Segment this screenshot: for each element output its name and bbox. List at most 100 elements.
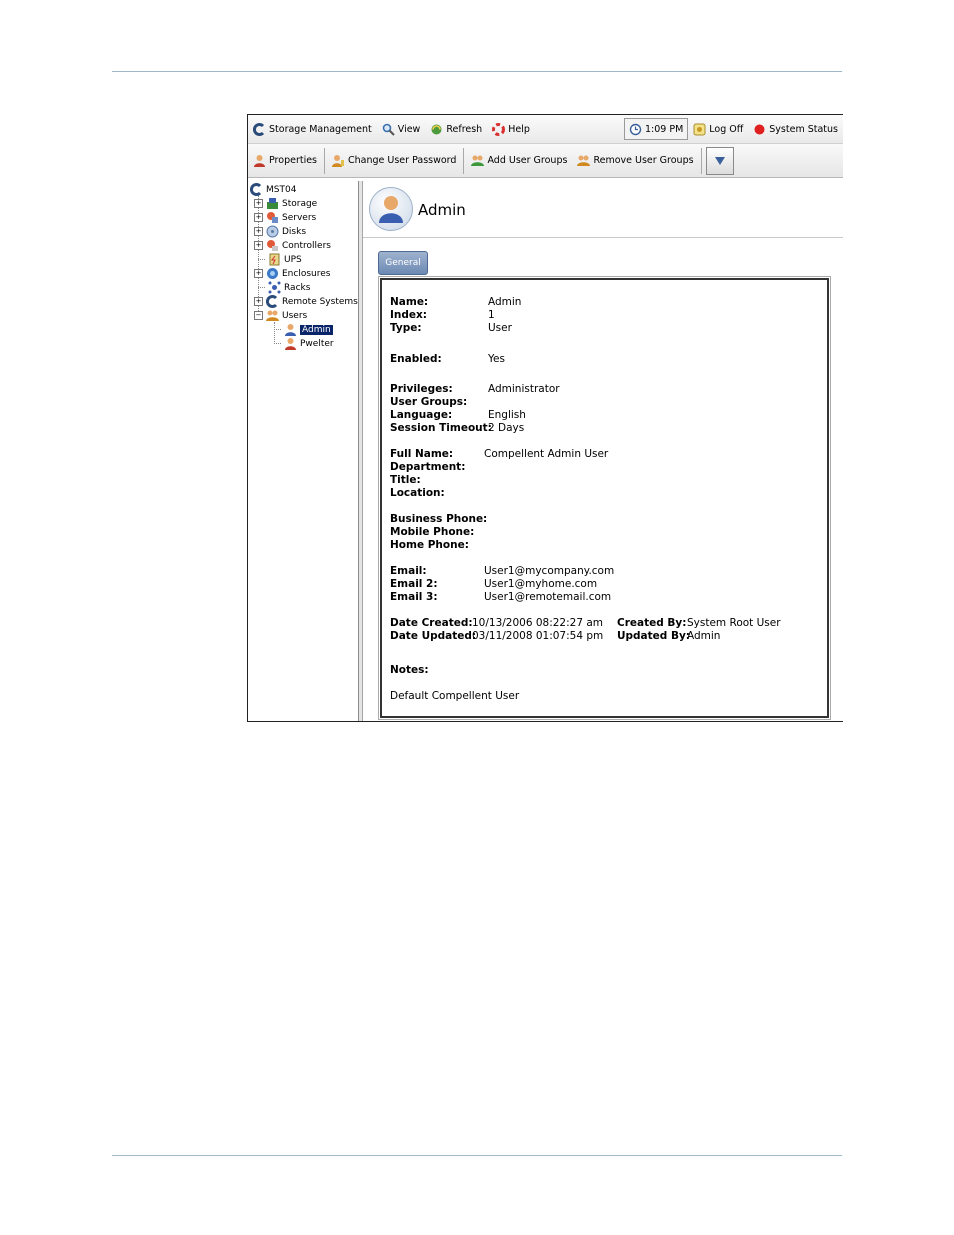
system-status-label: System Status [769, 123, 838, 135]
expand-icon[interactable]: + [254, 227, 263, 236]
user-key-icon [332, 155, 345, 167]
system-status-button[interactable]: System Status [748, 117, 843, 141]
expand-icon[interactable]: + [254, 241, 263, 250]
type-value: User [488, 322, 512, 334]
business-phone-label: Business Phone: [390, 513, 488, 525]
tree-item-enclosures[interactable]: + Enclosures [254, 267, 330, 280]
tree-item-users[interactable]: − Users [254, 309, 307, 322]
users-icon [266, 310, 279, 321]
tree-item-remote-systems[interactable]: + Remote Systems [254, 295, 358, 308]
tree-item-label: Pwelter [300, 338, 334, 349]
tree-item-racks[interactable]: Racks [268, 281, 310, 294]
date-updated-value: 03/11/2008 01:07:54 pm [472, 630, 604, 642]
change-user-password-button[interactable]: Change User Password [327, 149, 461, 173]
tree-guide-line [258, 287, 265, 288]
log-off-icon [693, 123, 706, 135]
user-properties-icon [254, 155, 265, 167]
storage-icon [267, 198, 278, 209]
user-header: Admin [363, 181, 843, 238]
email-value: User1@mycompany.com [484, 565, 615, 577]
user-admin-icon [285, 324, 296, 336]
remove-user-groups-button[interactable]: Remove User Groups [572, 149, 698, 173]
add-user-groups-label: Add User Groups [487, 155, 568, 166]
page-title: Admin [418, 201, 466, 219]
log-off-button[interactable]: Log Off [688, 117, 748, 141]
title-label: Title: [390, 474, 421, 486]
toolbar-separator [324, 147, 326, 174]
email2-label: Email 2: [390, 578, 438, 590]
expand-icon[interactable]: + [254, 213, 263, 222]
more-actions-button[interactable] [705, 146, 734, 175]
help-menu[interactable]: Help [487, 117, 535, 141]
collapse-icon[interactable]: − [254, 311, 263, 320]
notes-value: Default Compellent User [390, 690, 520, 702]
view-menu[interactable]: View [377, 117, 426, 141]
storage-management-label: Storage Management [269, 123, 372, 135]
tree-guide-line [274, 343, 281, 344]
lifebuoy-icon [492, 122, 506, 136]
tree-item-label: Racks [284, 282, 311, 293]
toolbar-separator [700, 147, 702, 174]
clock-time: 1:09 PM [644, 123, 684, 135]
email3-value: User1@remotemail.com [484, 591, 612, 603]
racks-icon [268, 281, 281, 294]
updated-by-label: Updated By: [617, 630, 691, 642]
name-value: Admin [488, 296, 522, 308]
general-details-panel: Name: Admin Index: 1 Type: User Enabled:… [378, 276, 831, 720]
tree-item-ups[interactable]: UPS [268, 253, 302, 266]
tree-item-user-pwelter[interactable]: Pwelter [284, 337, 334, 350]
compellent-logo-icon [253, 122, 265, 136]
tree-item-label: Users [282, 310, 308, 321]
tab-general[interactable]: General [378, 251, 428, 275]
email-label: Email: [390, 565, 427, 577]
tree-item-storage[interactable]: + Storage [254, 197, 317, 210]
controllers-icon [267, 240, 278, 251]
add-user-groups-button[interactable]: Add User Groups [466, 149, 572, 173]
properties-label: Properties [269, 155, 318, 166]
notes-label: Notes: [390, 664, 429, 676]
session-timeout-label: Session Timeout: [390, 422, 492, 434]
chevron-down-icon [714, 156, 725, 165]
refresh-button[interactable]: Refresh [425, 117, 487, 141]
enclosures-icon [267, 268, 278, 279]
user-details-pane: Admin General Name: Admin Index: 1 Type:… [363, 181, 843, 721]
properties-button[interactable]: Properties [248, 149, 322, 173]
page-top-rule [112, 71, 842, 72]
date-created-value: 10/13/2006 08:22:27 am [472, 617, 604, 629]
storage-management-menu[interactable]: Storage Management [248, 117, 377, 141]
tree-item-label: Remote Systems [282, 296, 358, 307]
add-group-icon [471, 155, 485, 166]
tree-item-label: Storage [282, 198, 318, 209]
remove-user-groups-label: Remove User Groups [593, 155, 694, 166]
full-name-value: Compellent Admin User [484, 448, 609, 460]
remote-systems-icon [266, 295, 278, 308]
mobile-phone-label: Mobile Phone: [390, 526, 475, 538]
index-label: Index: [390, 309, 427, 321]
expand-icon[interactable]: + [254, 297, 263, 306]
tree-item-controllers[interactable]: + Controllers [254, 239, 331, 252]
page-bottom-rule [112, 1155, 842, 1156]
tree-item-disks[interactable]: + Disks [254, 225, 306, 238]
user-actions-toolbar: Properties Change User Password Add User… [248, 144, 843, 178]
privileges-label: Privileges: [390, 383, 453, 395]
remove-group-icon [577, 155, 591, 166]
expand-icon[interactable]: + [254, 269, 263, 278]
tree-item-label: Disks [282, 226, 307, 237]
language-value: English [488, 409, 526, 421]
tree-guide-line [274, 329, 281, 330]
tree-item-root[interactable]: MST04 [250, 183, 296, 196]
tree-item-servers[interactable]: + Servers [254, 211, 316, 224]
type-label: Type: [390, 322, 422, 334]
full-name-label: Full Name: [390, 448, 454, 460]
enabled-value: Yes [488, 353, 505, 365]
toolbar-separator [463, 147, 465, 174]
language-label: Language: [390, 409, 453, 421]
tree-item-user-admin[interactable]: Admin [284, 323, 333, 336]
compellent-logo-icon [250, 183, 262, 196]
expand-icon[interactable]: + [254, 199, 263, 208]
tree-item-label: Enclosures [282, 268, 331, 279]
servers-icon [267, 212, 278, 223]
clock-icon [629, 123, 642, 135]
tree-root-label: MST04 [266, 184, 297, 195]
index-value: 1 [488, 309, 495, 321]
